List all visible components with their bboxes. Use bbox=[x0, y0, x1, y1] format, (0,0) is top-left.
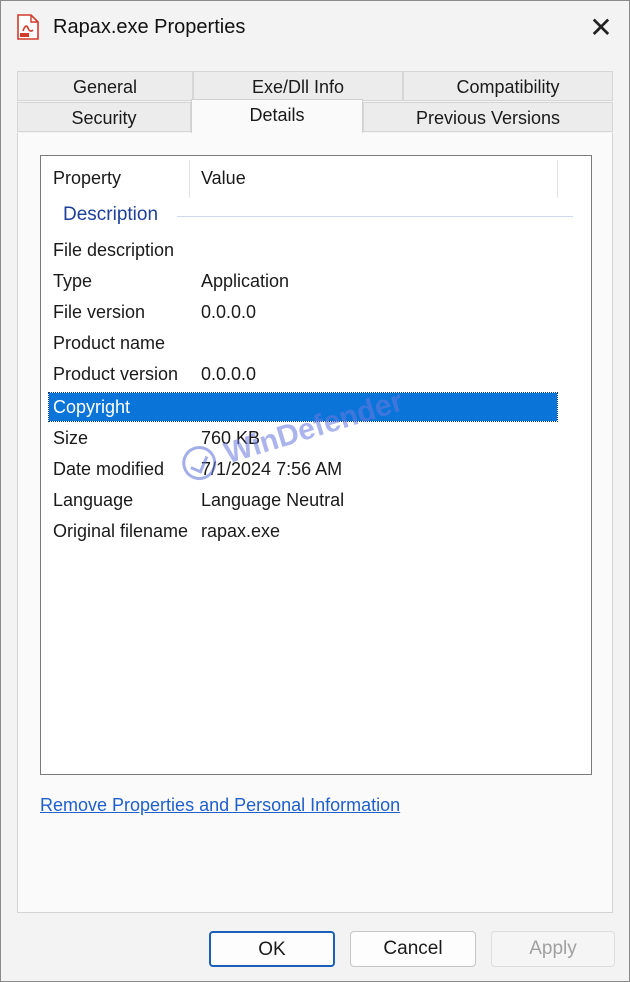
table-row[interactable]: Date modified 7/1/2024 7:56 AM bbox=[49, 455, 557, 483]
table-row[interactable]: Product version 0.0.0.0 bbox=[49, 360, 557, 388]
property-value: Language Neutral bbox=[201, 490, 345, 510]
title-bar: Rapax.exe Properties ✕ bbox=[1, 1, 629, 57]
property-name: Product name bbox=[53, 333, 166, 353]
tab-details[interactable]: Details bbox=[191, 99, 363, 135]
property-name: Language bbox=[53, 490, 134, 510]
tab-security[interactable]: Security bbox=[17, 102, 191, 132]
property-value: 0.0.0.0 bbox=[201, 364, 257, 384]
close-icon[interactable]: ✕ bbox=[579, 9, 623, 49]
property-name: Original filename bbox=[53, 521, 189, 541]
property-value: Application bbox=[201, 271, 290, 291]
tab-exe-dll-info[interactable]: Exe/Dll Info bbox=[193, 71, 403, 101]
table-row[interactable]: File description bbox=[49, 236, 557, 264]
property-name: Size bbox=[53, 428, 89, 448]
property-name: File version bbox=[53, 302, 146, 322]
property-value: rapax.exe bbox=[201, 521, 281, 541]
properties-dialog: Rapax.exe Properties ✕ General Exe/Dll I… bbox=[0, 0, 630, 982]
details-panel: Property Value Description File descript… bbox=[17, 133, 613, 913]
table-row[interactable]: Size 760 KB bbox=[49, 424, 557, 452]
group-divider bbox=[177, 216, 573, 217]
tab-compatibility[interactable]: Compatibility bbox=[403, 71, 613, 101]
property-value: 7/1/2024 7:56 AM bbox=[201, 459, 343, 479]
table-row[interactable]: Product name bbox=[49, 329, 557, 357]
property-name: Date modified bbox=[53, 459, 165, 479]
remove-properties-link[interactable]: Remove Properties and Personal Informati… bbox=[40, 795, 400, 816]
group-header-description[interactable]: Description bbox=[63, 204, 158, 226]
table-row[interactable]: Original filename rapax.exe bbox=[49, 517, 557, 545]
apply-button[interactable]: Apply bbox=[491, 931, 615, 967]
property-name: Type bbox=[53, 271, 93, 291]
table-row[interactable]: Language Language Neutral bbox=[49, 486, 557, 514]
pdf-document-icon bbox=[17, 14, 39, 40]
property-name: Copyright bbox=[53, 397, 131, 417]
details-list[interactable]: Property Value Description File descript… bbox=[40, 155, 592, 775]
column-header-value[interactable]: Value bbox=[189, 156, 557, 200]
column-divider[interactable] bbox=[557, 160, 558, 198]
cancel-button[interactable]: Cancel bbox=[350, 931, 476, 967]
property-name: File description bbox=[53, 240, 175, 260]
ok-button[interactable]: OK bbox=[209, 931, 335, 967]
table-row[interactable]: File version 0.0.0.0 bbox=[49, 298, 557, 326]
property-name: Product version bbox=[53, 364, 179, 384]
property-value: 0.0.0.0 bbox=[201, 302, 257, 322]
table-row[interactable]: Type Application bbox=[49, 267, 557, 295]
property-value: 760 KB bbox=[201, 428, 261, 448]
window-title: Rapax.exe Properties bbox=[53, 16, 246, 38]
tab-strip: General Exe/Dll Info Compatibility Secur… bbox=[17, 71, 613, 135]
table-row-selected[interactable]: Copyright bbox=[48, 392, 558, 422]
column-header-property[interactable]: Property bbox=[41, 156, 189, 200]
tab-previous-versions[interactable]: Previous Versions bbox=[363, 102, 613, 132]
tab-general[interactable]: General bbox=[17, 71, 193, 101]
